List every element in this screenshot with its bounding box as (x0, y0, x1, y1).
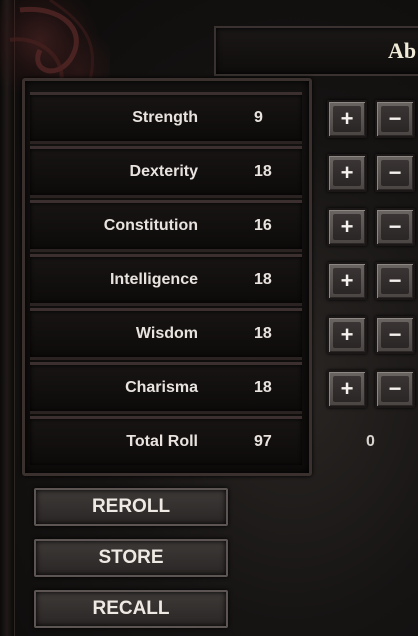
stat-label: Charisma (125, 379, 198, 396)
charisma-plus-button[interactable]: + (327, 370, 367, 408)
plus-icon: + (333, 106, 361, 132)
strength-plus-button[interactable]: + (327, 100, 367, 138)
plus-icon: + (333, 214, 361, 240)
stat-label: Constitution (103, 217, 198, 234)
stat-label: Wisdom (135, 325, 198, 342)
stat-label: Intelligence (109, 271, 198, 288)
stat-value: 18 (254, 271, 272, 288)
total-roll-value: 97 (254, 433, 272, 450)
minus-icon: − (381, 214, 409, 240)
minus-icon: − (381, 106, 409, 132)
recall-button[interactable]: RECALL (34, 590, 228, 628)
stat-value: 9 (254, 109, 263, 126)
wisdom-minus-button[interactable]: − (375, 316, 415, 354)
constitution-minus-button[interactable]: − (375, 208, 415, 246)
stat-row-strength: Strength 9 (30, 92, 302, 144)
stat-label: Strength (132, 109, 198, 126)
constitution-plus-button[interactable]: + (327, 208, 367, 246)
plus-icon: + (333, 376, 361, 402)
stat-value: 18 (254, 379, 272, 396)
stat-row-intelligence: Intelligence 18 (30, 254, 302, 306)
reroll-button[interactable]: REROLL (34, 488, 228, 526)
plus-icon: + (333, 160, 361, 186)
plus-icon: + (333, 322, 361, 348)
dexterity-plus-button[interactable]: + (327, 154, 367, 192)
stat-row-total: Total Roll 97 (30, 416, 302, 465)
minus-icon: − (381, 376, 409, 402)
intelligence-minus-button[interactable]: − (375, 262, 415, 300)
stat-row-dexterity: Dexterity 18 (30, 146, 302, 198)
minus-icon: − (381, 268, 409, 294)
store-button[interactable]: STORE (34, 539, 228, 577)
minus-icon: − (381, 160, 409, 186)
charisma-minus-button[interactable]: − (375, 370, 415, 408)
window-title: Ab (388, 38, 417, 63)
stat-row-charisma: Charisma 18 (30, 362, 302, 414)
stat-value: 16 (254, 217, 272, 234)
intelligence-plus-button[interactable]: + (327, 262, 367, 300)
wisdom-plus-button[interactable]: + (327, 316, 367, 354)
stat-label: Dexterity (129, 163, 198, 180)
stat-value: 18 (254, 163, 272, 180)
total-roll-label: Total Roll (126, 433, 198, 450)
stat-value: 18 (254, 325, 272, 342)
dexterity-minus-button[interactable]: − (375, 154, 415, 192)
points-remaining: 0 (366, 433, 375, 450)
stat-row-wisdom: Wisdom 18 (30, 308, 302, 360)
minus-icon: − (381, 322, 409, 348)
plus-icon: + (333, 268, 361, 294)
stat-row-constitution: Constitution 16 (30, 200, 302, 252)
strength-minus-button[interactable]: − (375, 100, 415, 138)
